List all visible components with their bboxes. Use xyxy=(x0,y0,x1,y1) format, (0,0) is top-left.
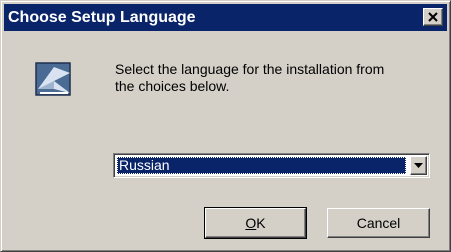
cancel-button[interactable]: Cancel xyxy=(327,208,430,238)
language-select[interactable]: Russian xyxy=(113,153,430,178)
setup-installer-icon xyxy=(35,62,71,96)
ok-button[interactable]: OK xyxy=(204,207,307,239)
window-title: Choose Setup Language xyxy=(8,9,196,26)
instruction-text: Select the language for the installation… xyxy=(115,61,435,95)
instruction-line-2: the choices below. xyxy=(115,78,230,94)
dropdown-button[interactable] xyxy=(410,156,427,175)
ok-label-rest: K xyxy=(256,215,266,231)
instruction-line-1: Select the language for the installation… xyxy=(115,61,385,77)
close-button[interactable] xyxy=(423,8,443,26)
selected-language[interactable]: Russian xyxy=(117,157,406,174)
chevron-down-icon xyxy=(414,163,423,168)
close-icon xyxy=(428,12,438,22)
setup-language-dialog: Choose Setup Language Select the languag… xyxy=(0,0,451,252)
ok-mnemonic: O xyxy=(245,215,257,231)
cancel-label: Cancel xyxy=(356,215,401,231)
title-bar[interactable]: Choose Setup Language xyxy=(4,4,447,31)
